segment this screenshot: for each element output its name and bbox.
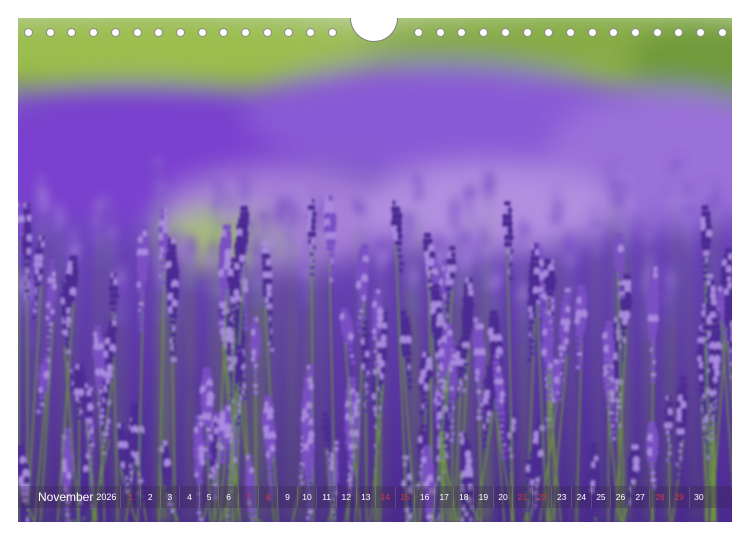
binding-hole: [631, 28, 640, 37]
day-cell: 7: [237, 486, 258, 508]
day-cell: 23: [551, 486, 571, 508]
binding-hole: [414, 28, 423, 37]
day-cell: 25: [590, 486, 611, 508]
binding-hole: [652, 28, 662, 37]
spiral-binding: [18, 18, 732, 44]
day-cell: 15: [394, 486, 415, 508]
binding-hole: [45, 28, 55, 37]
binding-hole: [522, 28, 532, 37]
year-label: 2026: [96, 492, 117, 502]
day-cell: 11: [316, 486, 336, 508]
binding-hole: [197, 28, 207, 37]
binding-hole: [544, 28, 554, 37]
day-cell: 20: [492, 486, 513, 508]
binding-hole: [67, 28, 77, 37]
lavender-photo: [18, 18, 732, 522]
binding-hole: [587, 28, 597, 37]
binding-hole: [327, 28, 337, 37]
binding-hole: [262, 28, 272, 37]
binding-hole: [110, 28, 120, 37]
binding-hole: [674, 28, 684, 37]
binding-hole: [696, 28, 706, 37]
binding-hole: [609, 28, 619, 37]
day-cell: 27: [629, 486, 650, 508]
day-cell: 1: [120, 486, 140, 508]
binding-hole: [306, 28, 316, 37]
month-name: November: [38, 490, 94, 504]
day-cell: 14: [375, 486, 395, 508]
binding-hole: [457, 28, 467, 37]
day-cell: 8: [257, 486, 278, 508]
binding-hole: [284, 28, 294, 37]
binding-hole: [479, 28, 489, 37]
binding-hole: [717, 28, 727, 37]
binding-hole: [24, 28, 33, 37]
binding-hole: [565, 28, 575, 37]
day-cell: 29: [669, 486, 689, 508]
day-cell: 16: [414, 486, 434, 508]
day-cell: 6: [218, 486, 238, 508]
calendar-page: November 2026 1 2 3 4 5 6 7 8 9 10 11 12 13 14 15 16 17 1…: [0, 0, 750, 540]
day-cell: 17: [433, 486, 454, 508]
day-cell: 18: [453, 486, 473, 508]
binding-hole: [435, 28, 445, 37]
day-cell: 12: [335, 486, 356, 508]
day-list: 1 2 3 4 5 6 7 8 9 10 11 12 13 14 15 16 17 18 19 20 21 22 23 24 2…: [120, 486, 708, 508]
day-cell: 26: [610, 486, 630, 508]
day-cell: 21: [512, 486, 532, 508]
binding-hole: [241, 28, 250, 37]
calendar-strip: November 2026 1 2 3 4 5 6 7 8 9 10 11 12 13 14 15 16 17 1…: [18, 486, 732, 508]
day-cell: 10: [296, 486, 317, 508]
day-cell: 2: [139, 486, 160, 508]
binding-hole: [89, 28, 99, 37]
day-cell: 4: [179, 486, 199, 508]
day-cell: 13: [355, 486, 376, 508]
binding-hole: [175, 28, 185, 37]
day-cell: 3: [159, 486, 180, 508]
day-cell: 24: [571, 486, 591, 508]
binding-hole: [154, 28, 164, 37]
day-cell: 30: [688, 486, 709, 508]
day-cell: 19: [473, 486, 493, 508]
day-cell: 9: [277, 486, 297, 508]
day-cell: 5: [198, 486, 219, 508]
binding-hole: [132, 28, 142, 37]
binding-hole: [500, 28, 510, 37]
day-cell: 22: [531, 486, 552, 508]
binding-hole: [219, 28, 229, 37]
hanger-cutout: [350, 18, 398, 42]
day-cell: 28: [649, 486, 669, 508]
